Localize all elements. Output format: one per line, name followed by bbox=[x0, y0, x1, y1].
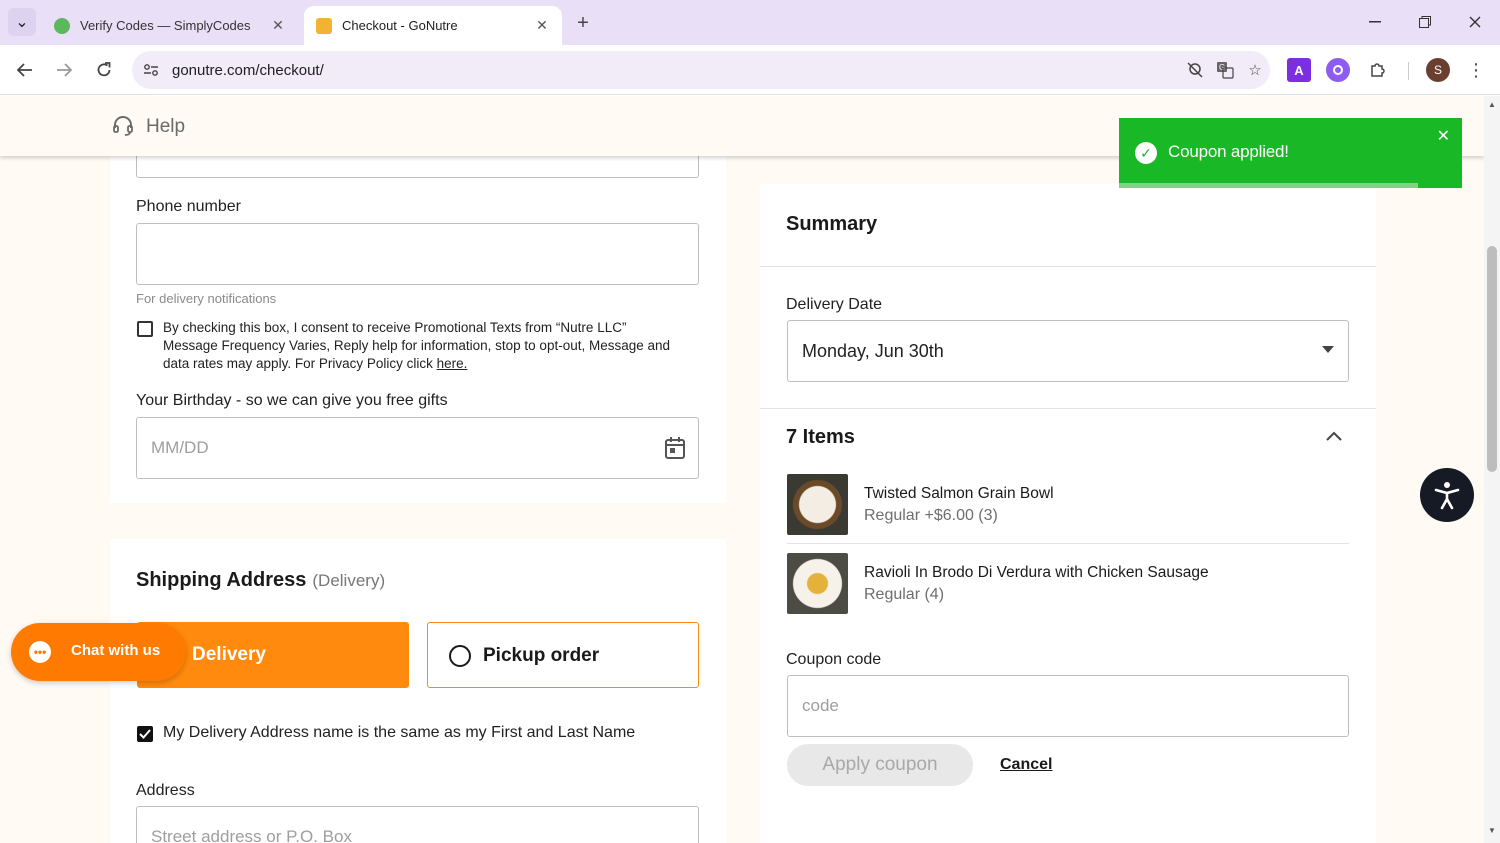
back-icon[interactable] bbox=[12, 57, 38, 83]
summary-divider bbox=[760, 266, 1376, 267]
address-placeholder: Street address or P.O. Box bbox=[151, 827, 352, 843]
new-tab-button[interactable]: + bbox=[570, 10, 596, 36]
item-divider bbox=[787, 543, 1349, 544]
toast-progress-bar bbox=[1119, 183, 1418, 188]
pickup-option-label: Pickup order bbox=[483, 645, 600, 666]
sms-consent-checkbox[interactable] bbox=[137, 321, 153, 337]
dropdown-caret-icon bbox=[1322, 346, 1334, 353]
extensions-puzzle-icon[interactable] bbox=[1366, 58, 1390, 82]
item-variant: Regular (4) bbox=[864, 586, 945, 603]
items-divider bbox=[760, 408, 1376, 409]
apply-coupon-button[interactable]: Apply coupon bbox=[787, 744, 973, 786]
accessibility-icon[interactable] bbox=[1420, 468, 1474, 522]
close-window-icon[interactable] bbox=[1460, 10, 1490, 34]
tab-verify-codes[interactable]: Verify Codes — SimplyCodes ✕ bbox=[42, 6, 298, 45]
chat-bubble-icon: ••• bbox=[29, 641, 51, 663]
close-tab-icon[interactable]: ✕ bbox=[534, 17, 550, 34]
tracking-protection-icon[interactable] bbox=[1180, 55, 1210, 85]
profile-avatar[interactable]: S bbox=[1426, 58, 1450, 82]
bookmark-star-icon[interactable]: ☆ bbox=[1240, 55, 1270, 85]
restore-icon[interactable] bbox=[1410, 10, 1440, 34]
browser-menu-icon[interactable]: ⋮ bbox=[1466, 57, 1486, 83]
consent-body: By checking this box, I consent to recei… bbox=[163, 320, 671, 371]
url-text[interactable]: gonutre.com/checkout/ bbox=[172, 62, 1180, 79]
phone-input[interactable] bbox=[136, 223, 699, 285]
tab-title: Verify Codes — SimplyCodes bbox=[80, 18, 251, 33]
sms-consent-text: By checking this box, I consent to recei… bbox=[163, 319, 683, 373]
extension-a-icon[interactable]: A bbox=[1287, 58, 1311, 82]
reload-icon[interactable] bbox=[91, 57, 117, 83]
check-circle-icon: ✓ bbox=[1135, 142, 1157, 164]
pickup-option-button[interactable]: Pickup order bbox=[427, 622, 699, 688]
summary-title: Summary bbox=[786, 213, 878, 235]
cancel-coupon-link[interactable]: Cancel bbox=[1000, 756, 1052, 774]
coupon-input[interactable]: code bbox=[787, 675, 1349, 737]
tab-title: Checkout - GoNutre bbox=[342, 18, 458, 33]
site-info-icon[interactable] bbox=[138, 57, 164, 83]
same-name-label: My Delivery Address name is the same as … bbox=[163, 724, 636, 741]
close-toast-icon[interactable]: ✕ bbox=[1437, 126, 1450, 146]
scrollbar-thumb[interactable] bbox=[1487, 246, 1497, 472]
address-label: Address bbox=[136, 782, 195, 799]
delivery-date-select[interactable]: Monday, Jun 30th bbox=[787, 320, 1349, 382]
radio-icon bbox=[449, 645, 471, 667]
birthday-label: Your Birthday - so we can give you free … bbox=[136, 392, 448, 409]
birthday-placeholder: MM/DD bbox=[151, 438, 209, 457]
birthday-input[interactable]: MM/DD bbox=[136, 417, 699, 479]
phone-label: Phone number bbox=[136, 198, 241, 215]
delivery-date-label: Delivery Date bbox=[786, 296, 883, 313]
delivery-option-label: Delivery bbox=[192, 644, 266, 665]
coupon-label: Coupon code bbox=[786, 651, 882, 668]
scroll-down-arrow-icon[interactable]: ▼ bbox=[1487, 826, 1497, 835]
chevron-down-icon: ⌄ bbox=[15, 14, 29, 31]
item-name: Ravioli In Brodo Di Verdura with Chicken… bbox=[864, 564, 1209, 581]
item-image bbox=[787, 553, 848, 614]
coupon-applied-toast: ✓ Coupon applied! ✕ bbox=[1119, 118, 1462, 188]
tab-checkout[interactable]: Checkout - GoNutre ✕ bbox=[304, 6, 562, 45]
address-input[interactable]: Street address or P.O. Box bbox=[136, 806, 699, 843]
address-bar[interactable]: gonutre.com/checkout/ G ☆ bbox=[132, 51, 1270, 89]
extension-swirl-icon[interactable] bbox=[1326, 58, 1350, 82]
page-viewport: Help Phone number For delivery notificat… bbox=[0, 96, 1484, 843]
tab-search-button[interactable]: ⌄ bbox=[8, 8, 36, 36]
item-image bbox=[787, 474, 848, 535]
forward-icon[interactable] bbox=[51, 57, 77, 83]
item-name: Twisted Salmon Grain Bowl bbox=[864, 485, 1054, 502]
chat-label: Chat with us bbox=[71, 642, 161, 659]
scroll-up-arrow-icon[interactable]: ▲ bbox=[1487, 100, 1497, 109]
shipping-subtitle: (Delivery) bbox=[312, 571, 386, 590]
toast-message: Coupon applied! bbox=[1168, 142, 1289, 161]
coupon-placeholder: code bbox=[802, 696, 839, 715]
help-link[interactable]: Help bbox=[146, 116, 185, 138]
translate-icon[interactable]: G bbox=[1210, 55, 1240, 85]
phone-hint: For delivery notifications bbox=[136, 291, 277, 306]
toolbar-separator bbox=[1408, 62, 1409, 80]
chat-with-us-button[interactable]: ••• Chat with us bbox=[11, 623, 186, 681]
tab-strip: ⌄ Verify Codes — SimplyCodes ✕ Checkout … bbox=[0, 0, 1500, 45]
gonutre-favicon-icon bbox=[316, 17, 332, 34]
minimize-icon[interactable] bbox=[1360, 10, 1390, 34]
shipping-title: Shipping Address (Delivery) bbox=[136, 569, 385, 592]
chevron-up-icon[interactable] bbox=[1326, 428, 1342, 444]
calendar-icon[interactable] bbox=[664, 436, 686, 465]
headset-icon[interactable] bbox=[112, 115, 134, 137]
same-name-checkbox[interactable] bbox=[137, 726, 153, 742]
items-title: 7 Items bbox=[786, 426, 855, 448]
shipping-title-text: Shipping Address bbox=[136, 569, 307, 591]
item-variant: Regular +$6.00 (3) bbox=[864, 507, 998, 524]
simplycodes-favicon-icon bbox=[54, 17, 70, 34]
privacy-policy-link[interactable]: here. bbox=[437, 356, 468, 371]
browser-toolbar: gonutre.com/checkout/ G ☆ A S ⋮ bbox=[0, 45, 1500, 95]
close-tab-icon[interactable]: ✕ bbox=[270, 17, 286, 34]
delivery-date-value: Monday, Jun 30th bbox=[802, 341, 944, 361]
